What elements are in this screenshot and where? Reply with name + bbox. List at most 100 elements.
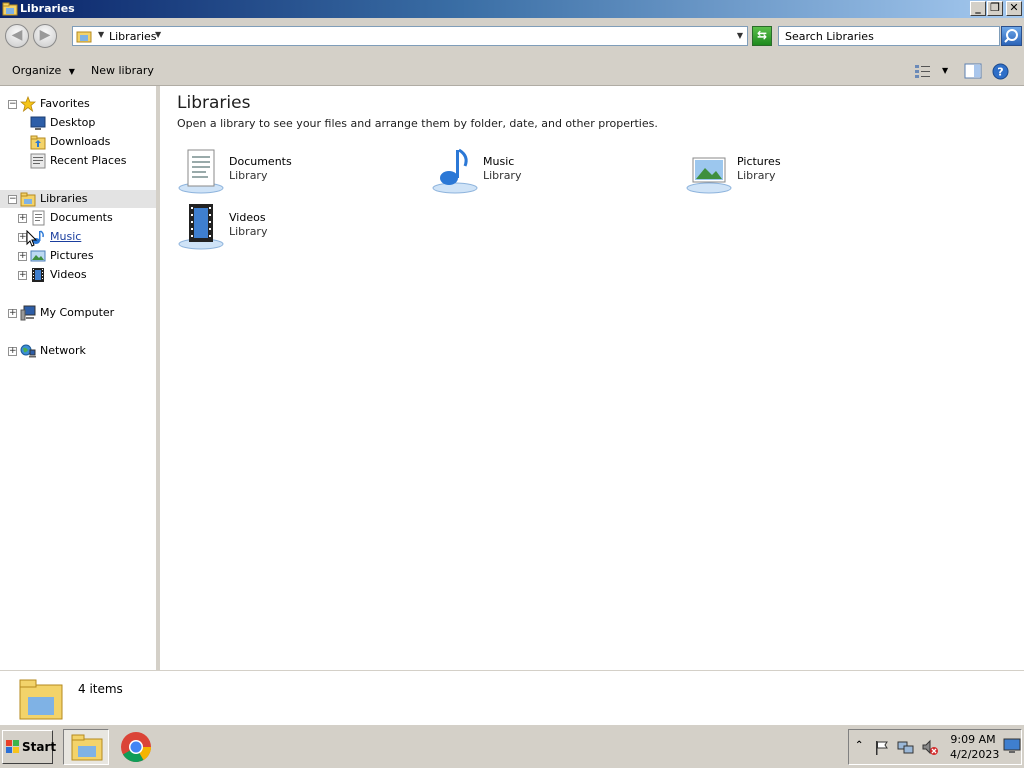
search-icon bbox=[1004, 29, 1018, 43]
tree-item-downloads[interactable]: Downloads bbox=[0, 133, 156, 151]
library-type: Library bbox=[229, 225, 268, 238]
chrome-icon bbox=[121, 732, 151, 763]
minimize-button[interactable]: _ bbox=[970, 1, 986, 16]
library-type: Library bbox=[229, 169, 268, 182]
close-button[interactable]: ✕ bbox=[1006, 1, 1022, 16]
tree-label: Videos bbox=[50, 268, 87, 281]
clock-date: 4/2/2023 bbox=[950, 748, 1000, 761]
windows-logo-icon bbox=[6, 740, 19, 753]
svg-text:?: ? bbox=[997, 66, 1003, 79]
library-type: Library bbox=[483, 169, 522, 182]
library-music[interactable]: Music Library bbox=[431, 146, 671, 198]
chevron-down-icon: ▼ bbox=[68, 67, 75, 76]
collapse-icon[interactable]: − bbox=[8, 100, 17, 109]
tree-item-desktop[interactable]: Desktop bbox=[0, 114, 156, 132]
search-button[interactable] bbox=[1001, 26, 1022, 46]
downloads-folder-icon bbox=[30, 135, 46, 150]
content-pane: Libraries Open a library to see your fil… bbox=[160, 86, 1024, 670]
address-field[interactable]: ▼ Libraries ▼ ▼ bbox=[72, 26, 748, 46]
computer-icon bbox=[20, 305, 36, 321]
tree-label: Pictures bbox=[50, 249, 94, 262]
tree-label: Documents bbox=[50, 211, 113, 224]
new-library-button[interactable]: New library bbox=[91, 64, 154, 77]
library-name: Music bbox=[483, 155, 515, 168]
search-input[interactable]: Search Libraries bbox=[778, 26, 1000, 46]
desktop-icon bbox=[30, 116, 46, 130]
network-icon bbox=[20, 344, 36, 358]
tree-item-pictures[interactable]: + Pictures bbox=[0, 247, 156, 265]
clock-time: 9:09 AM bbox=[950, 733, 996, 746]
title-bar: Libraries _ ❐ ✕ bbox=[0, 0, 1024, 18]
expand-icon[interactable]: + bbox=[8, 309, 17, 318]
command-bar: Organize ▼ New library ▼ ? bbox=[0, 56, 1024, 86]
library-videos[interactable]: Videos Library bbox=[177, 202, 417, 254]
tree-my-computer[interactable]: + My Computer bbox=[0, 304, 156, 322]
item-count: 4 items bbox=[78, 682, 123, 696]
expand-icon[interactable]: + bbox=[18, 214, 27, 223]
tree-favorites[interactable]: − Favorites bbox=[0, 95, 156, 113]
tree-libraries[interactable]: − Libraries bbox=[0, 190, 156, 208]
address-history-dropdown-icon[interactable]: ▼ bbox=[737, 31, 743, 40]
library-type: Library bbox=[737, 169, 776, 182]
volume-muted-icon[interactable] bbox=[921, 739, 939, 757]
breadcrumb-arrow-icon[interactable]: ▼ bbox=[98, 30, 104, 39]
pictures-library-icon bbox=[686, 157, 732, 194]
view-dropdown-icon[interactable]: ▼ bbox=[942, 66, 948, 75]
show-desktop-icon[interactable] bbox=[1003, 738, 1021, 754]
library-pictures[interactable]: Pictures Library bbox=[685, 146, 925, 198]
expand-icon[interactable]: + bbox=[18, 271, 27, 280]
taskbar-chrome[interactable] bbox=[114, 729, 160, 765]
navigation-pane[interactable]: − Favorites Desktop Downloads Recent Pla… bbox=[0, 86, 156, 670]
tree-label: Desktop bbox=[50, 116, 96, 129]
expand-icon[interactable]: + bbox=[18, 252, 27, 261]
libraries-icon bbox=[20, 192, 36, 207]
tree-item-videos[interactable]: + Videos bbox=[0, 266, 156, 284]
expand-icon[interactable]: + bbox=[8, 347, 17, 356]
tree-label: Recent Places bbox=[50, 154, 127, 167]
taskbar: Start ⌃ 9:09 AM 4/2/2023 bbox=[0, 724, 1024, 768]
back-button[interactable]: ◀ bbox=[5, 24, 29, 48]
library-name: Videos bbox=[229, 211, 266, 224]
tree-item-recent-places[interactable]: Recent Places bbox=[0, 152, 156, 170]
tree-item-documents[interactable]: + Documents bbox=[0, 209, 156, 227]
mouse-cursor-icon bbox=[26, 230, 38, 247]
tree-label: My Computer bbox=[40, 306, 115, 319]
libraries-icon bbox=[2, 2, 18, 16]
libraries-folder-icon bbox=[19, 679, 63, 720]
status-bar: 4 items bbox=[0, 670, 1024, 724]
tree-label: Libraries bbox=[40, 192, 88, 205]
breadcrumb-arrow-icon[interactable]: ▼ bbox=[155, 30, 161, 39]
view-options-icon[interactable] bbox=[914, 63, 932, 79]
collapse-icon[interactable]: − bbox=[8, 195, 17, 204]
start-button[interactable]: Start bbox=[2, 730, 57, 764]
breadcrumb-libraries[interactable]: Libraries bbox=[109, 30, 157, 43]
help-icon[interactable]: ? bbox=[992, 63, 1009, 80]
libraries-icon bbox=[76, 31, 92, 43]
show-hidden-icons-icon[interactable]: ⌃ bbox=[855, 740, 863, 751]
network-status-icon[interactable] bbox=[897, 740, 915, 756]
tree-item-music[interactable]: + Music bbox=[0, 228, 156, 247]
tree-network[interactable]: + Network bbox=[0, 342, 156, 360]
star-icon bbox=[20, 96, 36, 112]
clock[interactable]: 9:09 AM 4/2/2023 bbox=[950, 732, 1000, 762]
restore-button[interactable]: ❐ bbox=[987, 1, 1003, 16]
library-name: Pictures bbox=[737, 155, 781, 168]
recent-places-icon bbox=[30, 153, 46, 169]
music-library-icon bbox=[432, 148, 478, 194]
organize-button[interactable]: Organize ▼ bbox=[12, 64, 75, 77]
videos-library-icon bbox=[178, 204, 224, 250]
window-title: Libraries bbox=[20, 2, 75, 15]
action-center-flag-icon[interactable] bbox=[873, 740, 889, 756]
start-label: Start bbox=[22, 740, 57, 754]
film-icon bbox=[32, 268, 44, 282]
tree-label: Favorites bbox=[40, 97, 90, 110]
organize-label: Organize bbox=[12, 64, 62, 77]
library-documents[interactable]: Documents Library bbox=[177, 146, 417, 198]
refresh-button[interactable]: ⇆ bbox=[752, 26, 772, 46]
taskbar-explorer[interactable] bbox=[63, 729, 109, 765]
documents-icon bbox=[32, 210, 45, 226]
forward-button[interactable]: ▶ bbox=[33, 24, 57, 48]
preview-pane-icon[interactable] bbox=[964, 63, 982, 79]
address-bar-area: ◀ ▶ ▼ Libraries ▼ ▼ ⇆ Search Libraries bbox=[0, 18, 1024, 56]
page-title: Libraries bbox=[177, 93, 251, 113]
